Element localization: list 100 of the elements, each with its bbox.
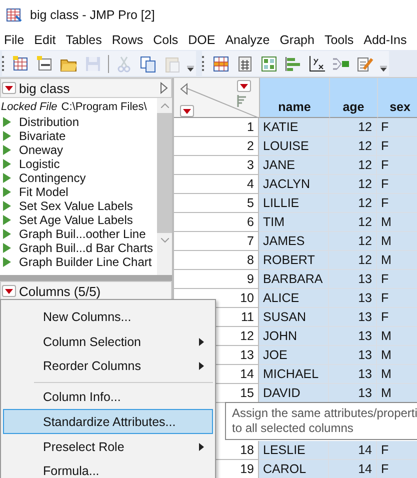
menu-item[interactable]: Cols [149, 33, 184, 47]
table-cell: 12 [329, 232, 377, 251]
table-cell: BARBARA [259, 270, 329, 289]
table-cell: 12 [329, 251, 377, 270]
script-item[interactable]: Graph Buil...oother Line [0, 227, 157, 241]
table-cell: 13 [329, 270, 377, 289]
table-cell: F [377, 441, 417, 460]
left-arrow-icon[interactable] [180, 83, 188, 95]
table-cell: CAROL [259, 460, 329, 478]
table-cell: 13 [329, 384, 377, 403]
script-item[interactable]: Oneway [0, 143, 157, 157]
menu-item[interactable]: Analyze [221, 33, 276, 47]
table-cell: 13 [329, 327, 377, 346]
locked-label: Locked File [1, 100, 58, 112]
script-item[interactable]: Distribution [0, 115, 157, 129]
script-item[interactable]: Graph Buil...d Bar Charts [0, 241, 157, 255]
menu-item[interactable]: Graph [276, 33, 320, 47]
table-cell: M [377, 384, 417, 403]
submenu-arrow-icon [199, 362, 204, 370]
grid-icon[interactable] [260, 54, 278, 72]
table-cell: M [377, 346, 417, 365]
table-cell: ALICE [259, 289, 329, 308]
table-cell: F [377, 308, 417, 327]
table-cell: LILLIE [259, 194, 329, 213]
table-cell: DAVID [259, 384, 329, 403]
tooltip: Assign the same attributes/properti to all selected columns [225, 402, 417, 440]
dropdown-button[interactable] [237, 80, 251, 92]
table-cell: MICHAEL [259, 365, 329, 384]
table-cell: 13 [329, 365, 377, 384]
table-cell: 12 [329, 213, 377, 232]
panel-title: big class [19, 80, 71, 96]
toolbar-grip[interactable] [202, 56, 206, 71]
table-cell: F [377, 289, 417, 308]
new-table-icon[interactable] [12, 54, 30, 72]
menu-item[interactable]: Add-Ins [360, 33, 413, 47]
corner-cell[interactable] [174, 78, 260, 118]
menu-item[interactable]: File [0, 33, 30, 47]
table-cell: JOHN [259, 327, 329, 346]
collapse-icon[interactable] [160, 82, 168, 94]
table-cell: F [377, 118, 417, 137]
overflow-icon[interactable] [380, 66, 387, 72]
menu-item[interactable]: DOE [184, 33, 222, 47]
dropdown-button[interactable] [180, 105, 194, 117]
script-item[interactable]: Set Age Value Labels [0, 213, 157, 227]
table-cell: SUSAN [259, 308, 329, 327]
table-cell: M [377, 232, 417, 251]
script-item[interactable]: Graph Builder Line Chart [0, 255, 157, 269]
table-cell: JOE [259, 346, 329, 365]
table-icon[interactable] [212, 54, 230, 72]
table-cell: 13 [329, 289, 377, 308]
table-cell: 14 [329, 460, 377, 478]
table-cell: 13 [329, 346, 377, 365]
script-item[interactable]: Fit Model [0, 185, 157, 199]
table-cell: LOUISE [259, 137, 329, 156]
bar-chart-icon[interactable] [284, 54, 302, 72]
window-title: big class - JMP Pro [2] [30, 8, 155, 22]
table-cell: F [377, 156, 417, 175]
panel-title: Columns (5/5) [19, 284, 102, 298]
app-icon [6, 7, 22, 23]
table-cell: M [377, 213, 417, 232]
table-cell: F [377, 270, 417, 289]
table-cell: F [377, 194, 417, 213]
script-item[interactable]: Bivariate [0, 129, 157, 143]
table-cell: KATIE [259, 118, 329, 137]
script-item[interactable]: Set Sex Value Labels [0, 199, 157, 213]
table-cell: M [377, 327, 417, 346]
table-cell: 13 [329, 308, 377, 327]
calculator-icon[interactable] [236, 54, 254, 72]
table-cell: M [377, 251, 417, 270]
column-list-icon[interactable] [237, 95, 247, 107]
table-cell: ROBERT [259, 251, 329, 270]
toolbar-grip[interactable] [2, 56, 6, 71]
table-cell: LESLIE [259, 441, 329, 460]
menu-item[interactable]: Standardize Attributes... [3, 409, 213, 434]
dropdown-button[interactable] [2, 285, 16, 297]
menu-item[interactable]: Rows [108, 33, 150, 47]
table-cell: 12 [329, 118, 377, 137]
table-cell: JANE [259, 156, 329, 175]
submenu-arrow-icon [199, 442, 204, 450]
script-item[interactable]: Contingency [0, 171, 157, 185]
script-item[interactable]: Logistic [0, 157, 157, 171]
table-cell: 12 [329, 156, 377, 175]
table-cell: F [377, 137, 417, 156]
pencil-icon[interactable] [356, 54, 374, 72]
table-cell: 12 [329, 137, 377, 156]
submenu-arrow-icon [199, 338, 204, 346]
table-cell: F [377, 460, 417, 478]
menu-item[interactable]: Tools [320, 33, 360, 47]
table-cell: 12 [329, 194, 377, 213]
overflow-icon[interactable] [187, 66, 194, 72]
table-cell: M [377, 365, 417, 384]
menu-item[interactable]: Edit [30, 33, 62, 47]
copy-icon[interactable] [139, 54, 157, 72]
table-cell: JACLYN [259, 175, 329, 194]
menu-item[interactable]: Tables [62, 33, 108, 47]
axis-icon[interactable] [308, 54, 326, 72]
dropdown-button[interactable] [2, 82, 16, 94]
new-script-icon[interactable] [36, 54, 54, 72]
table-cell: TIM [259, 213, 329, 232]
table-cell: JAMES [259, 232, 329, 251]
